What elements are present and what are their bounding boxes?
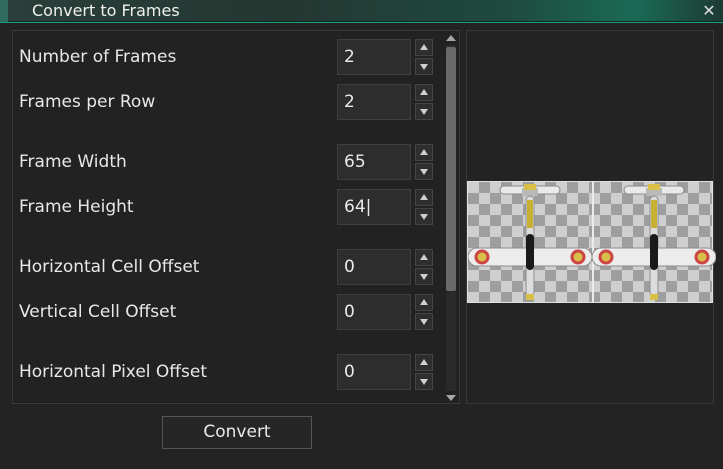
horizontal-cell-offset-label: Horizontal Cell Offset	[19, 257, 200, 277]
number-of-frames-row: Number of Frames 2	[13, 39, 443, 75]
chevron-down-icon[interactable]	[415, 208, 433, 225]
chevron-up-icon[interactable]	[415, 249, 433, 266]
convert-button[interactable]: Convert	[162, 416, 312, 449]
frame-width-input[interactable]: 65	[337, 144, 411, 180]
airplane-sprite-frame-2	[592, 184, 716, 300]
scroll-thumb[interactable]	[446, 47, 456, 291]
airplane-sprite-frame-1	[468, 184, 592, 300]
convert-to-frames-dialog: Convert to Frames ✕ Number of Frames 2 F…	[0, 0, 723, 469]
chevron-up-icon[interactable]	[415, 354, 433, 371]
number-of-frames-label: Number of Frames	[19, 47, 177, 67]
scroll-down-icon[interactable]	[446, 395, 456, 401]
title-accent	[0, 0, 8, 22]
frame-height-input[interactable]: 64|	[337, 189, 411, 225]
frames-per-row-stepper[interactable]	[415, 84, 433, 120]
horizontal-pixel-offset-row: Horizontal Pixel Offset 0	[13, 354, 443, 390]
frames-per-row-label: Frames per Row	[19, 92, 156, 112]
horizontal-pixel-offset-input[interactable]: 0	[337, 354, 411, 390]
chevron-up-icon[interactable]	[415, 39, 433, 56]
vertical-cell-offset-stepper[interactable]	[415, 294, 433, 330]
frame-height-row: Frame Height 64|	[13, 189, 443, 225]
horizontal-cell-offset-stepper[interactable]	[415, 249, 433, 285]
scroll-up-icon[interactable]	[446, 35, 456, 41]
horizontal-cell-offset-input[interactable]: 0	[337, 249, 411, 285]
window-title: Convert to Frames	[32, 1, 180, 20]
settings-panel: Number of Frames 2 Frames per Row 2 Fram…	[12, 30, 460, 404]
chevron-down-icon[interactable]	[415, 373, 433, 390]
close-icon[interactable]: ✕	[701, 0, 717, 22]
chevron-down-icon[interactable]	[415, 313, 433, 330]
frames-preview	[466, 30, 716, 404]
frames-per-row-row: Frames per Row 2	[13, 84, 443, 120]
frame-height-stepper[interactable]	[415, 189, 433, 225]
number-of-frames-stepper[interactable]	[415, 39, 433, 75]
title-bar[interactable]: Convert to Frames ✕	[0, 0, 723, 22]
frame-height-label: Frame Height	[19, 197, 134, 217]
number-of-frames-input[interactable]: 2	[337, 39, 411, 75]
frame-width-label: Frame Width	[19, 152, 127, 172]
horizontal-cell-offset-row: Horizontal Cell Offset 0	[13, 249, 443, 285]
chevron-down-icon[interactable]	[415, 103, 433, 120]
frame-width-row: Frame Width 65	[13, 144, 443, 180]
chevron-up-icon[interactable]	[415, 189, 433, 206]
horizontal-pixel-offset-stepper[interactable]	[415, 354, 433, 390]
chevron-up-icon[interactable]	[415, 84, 433, 101]
horizontal-pixel-offset-label: Horizontal Pixel Offset	[19, 362, 208, 382]
chevron-up-icon[interactable]	[415, 144, 433, 161]
chevron-down-icon[interactable]	[415, 58, 433, 75]
chevron-down-icon[interactable]	[415, 163, 433, 180]
sprite-sheet-preview	[467, 181, 716, 303]
vertical-cell-offset-row: Vertical Cell Offset 0	[13, 294, 443, 330]
vertical-cell-offset-label: Vertical Cell Offset	[19, 302, 177, 322]
title-underline	[0, 22, 723, 23]
frame-width-stepper[interactable]	[415, 144, 433, 180]
chevron-down-icon[interactable]	[415, 268, 433, 285]
vertical-cell-offset-input[interactable]: 0	[337, 294, 411, 330]
chevron-up-icon[interactable]	[415, 294, 433, 311]
vertical-scrollbar[interactable]	[443, 33, 459, 403]
frames-per-row-input[interactable]: 2	[337, 84, 411, 120]
